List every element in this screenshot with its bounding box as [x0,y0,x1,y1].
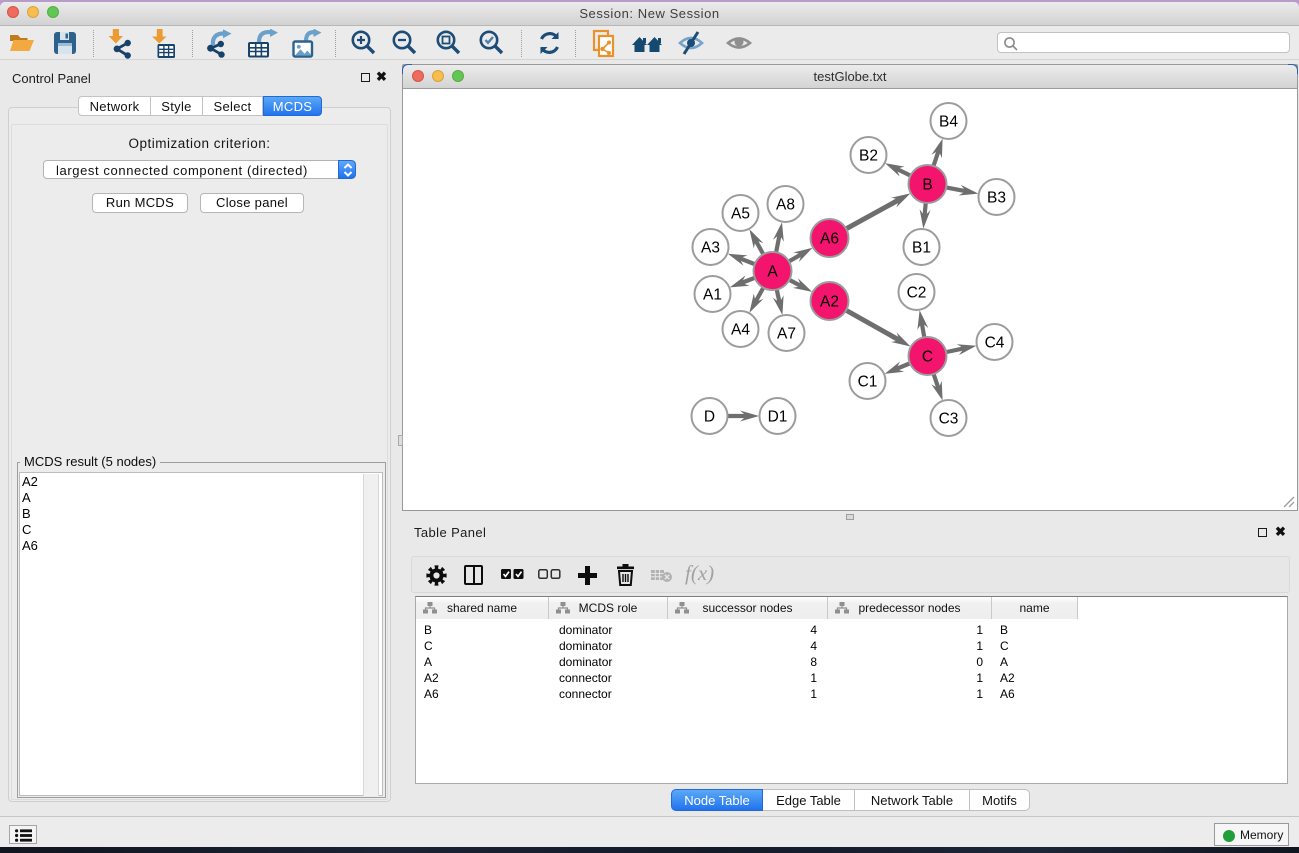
svg-text:A: A [767,264,778,281]
svg-text:D: D [704,409,715,426]
svg-text:B3: B3 [987,190,1006,207]
svg-text:A2: A2 [820,294,839,311]
svg-text:A5: A5 [731,206,750,223]
svg-text:C: C [922,349,933,366]
svg-text:A3: A3 [701,240,720,257]
svg-text:D1: D1 [768,409,788,426]
svg-text:C3: C3 [939,411,959,428]
svg-text:B1: B1 [912,240,931,257]
svg-text:C2: C2 [907,285,927,302]
svg-text:B: B [922,177,932,194]
svg-text:A6: A6 [820,231,839,248]
svg-text:C4: C4 [985,335,1005,352]
svg-text:B2: B2 [859,148,878,165]
svg-text:A4: A4 [731,322,750,339]
svg-text:C1: C1 [858,374,878,391]
svg-text:A8: A8 [776,197,795,214]
svg-text:A7: A7 [777,326,796,343]
svg-text:B4: B4 [939,114,958,131]
svg-text:A1: A1 [703,287,722,304]
